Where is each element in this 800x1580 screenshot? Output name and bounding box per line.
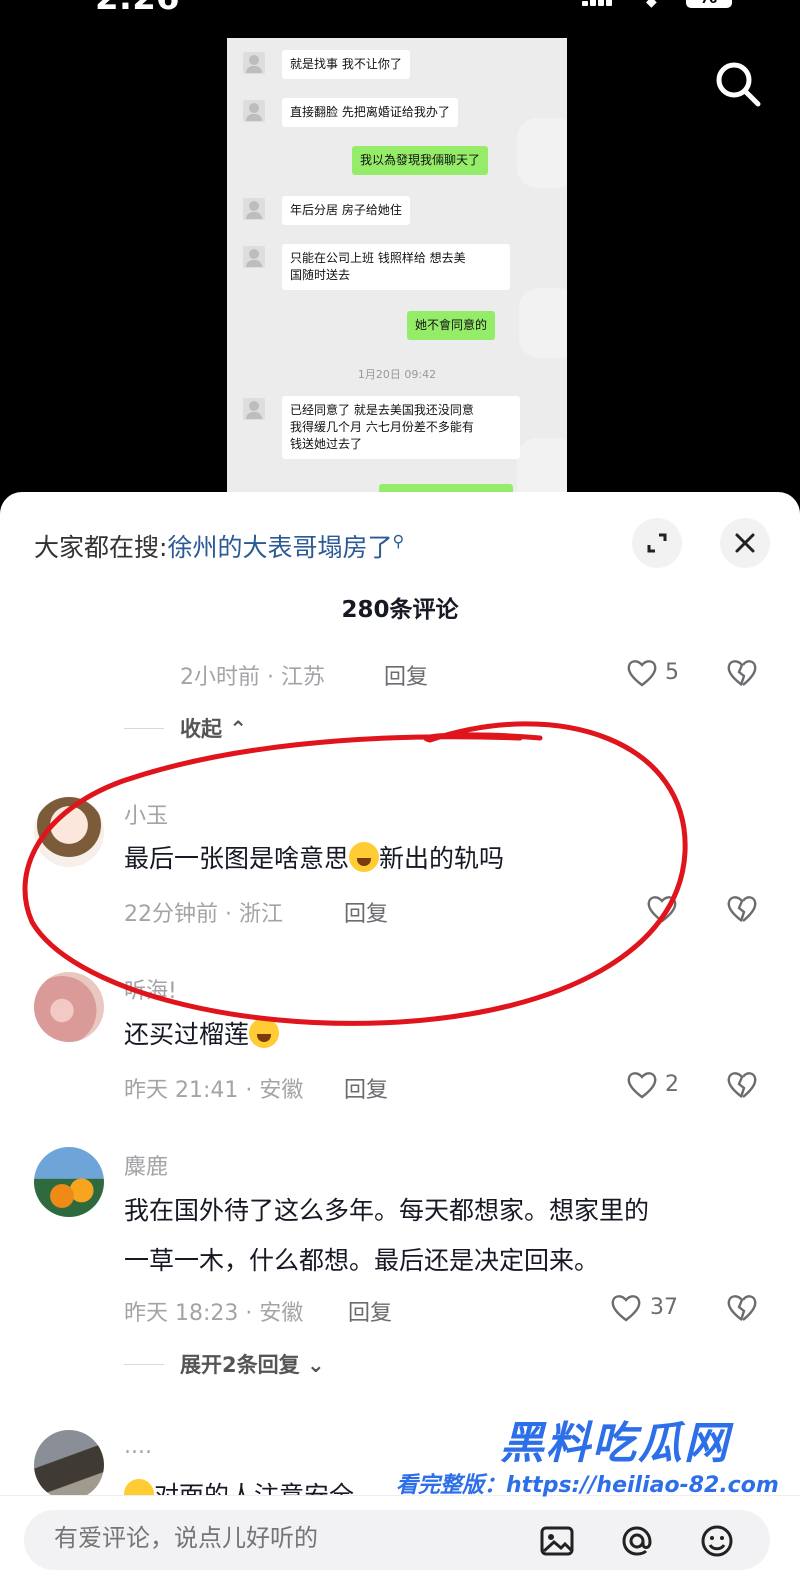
like-count: 37 <box>650 1295 678 1320</box>
heart-icon[interactable] <box>626 1070 658 1100</box>
chat-timestamp: 1月20日 09:42 <box>357 368 437 381</box>
reply-button[interactable]: 回复 <box>384 659 428 691</box>
chat-bubble: 就是找事 我不让你了 <box>282 50 410 79</box>
heart-icon[interactable] <box>610 1293 642 1323</box>
comment-count: 280条评论 <box>341 597 459 623</box>
collapse-label: 收起 <box>180 717 222 741</box>
comment-input-container[interactable] <box>24 1510 770 1570</box>
chat-bubble: 她不會同意的 <box>407 311 496 340</box>
watermark-url: 看完整版：https://heiliao-82.com <box>396 1473 779 1498</box>
status-time: 2:26 <box>95 0 180 18</box>
emoji-icon[interactable] <box>696 1520 738 1562</box>
like-count: 2 <box>665 1072 679 1097</box>
chat-avatar <box>243 52 265 74</box>
avatar[interactable] <box>34 1147 104 1217</box>
chat-avatar <box>243 398 265 420</box>
comment-input[interactable] <box>52 1523 456 1553</box>
heart-icon[interactable] <box>646 894 678 924</box>
comment-meta: 昨天 21:41 · 安徽 <box>124 1078 304 1103</box>
crying-emoji-icon <box>249 1018 280 1048</box>
search-hint-prefix: 大家都在搜: <box>34 533 168 562</box>
broken-heart-icon[interactable] <box>726 1070 758 1100</box>
comment-text: 一草一木，什么都想。最后还是决定回来。 <box>124 1246 600 1275</box>
chat-bubble: 已经同意了 就是去美国我还没同意 我得缓几个月 六七月份差不多能有 钱送她过去了 <box>282 396 520 459</box>
close-button[interactable] <box>720 518 770 568</box>
avatar[interactable] <box>34 972 104 1042</box>
comment-nickname[interactable]: 小玉 <box>124 798 168 830</box>
chat-bubble: 直接翻脸 先把离婚证给我办了 <box>282 98 458 127</box>
reply-button[interactable]: 回复 <box>348 1295 392 1327</box>
broken-heart-icon[interactable] <box>726 894 758 924</box>
avatar[interactable] <box>34 797 104 867</box>
search-suggestion[interactable]: 大家都在搜:徐州的大表哥塌房了⚲ <box>34 528 404 564</box>
battery-icon: 76 <box>686 0 732 8</box>
expand-icon <box>647 533 667 553</box>
expand-label: 展开2条回复 <box>180 1353 300 1377</box>
reply-button[interactable]: 回复 <box>344 896 388 928</box>
search-keyword-link[interactable]: 徐州的大表哥塌房了 <box>167 533 392 562</box>
comment-text-part: 新出的轨吗 <box>379 844 505 873</box>
collapse-replies-button[interactable]: 收起 ⌃ <box>180 713 247 743</box>
chat-bubble: 只能在公司上班 钱照样给 想去美 国随时送去 <box>282 244 510 290</box>
watermark-title: 黑料吃瓜网 <box>500 1418 730 1469</box>
comment-text: 最后一张图是啥意思 新出的轨吗 <box>124 840 504 878</box>
divider <box>124 728 164 729</box>
wifi-icon: ◆ <box>646 0 657 10</box>
heart-icon[interactable] <box>626 658 658 688</box>
image-icon[interactable] <box>536 1520 578 1562</box>
comment-input-bar <box>0 1495 800 1580</box>
laugh-cry-emoji-icon <box>349 842 380 872</box>
comment-meta: 昨天 18:23 · 安徽 <box>124 1301 304 1326</box>
comment-meta: 2小时前 · 江苏 <box>180 665 325 690</box>
expand-replies-button[interactable]: 展开2条回复 ⌄ <box>180 1349 325 1379</box>
comment-text: 我在国外待了这么多年。每天都想家。想家里的 <box>124 1196 650 1225</box>
mention-icon[interactable] <box>616 1520 658 1562</box>
comment-text-part: 还买过榴莲 <box>124 1020 250 1049</box>
chat-avatar <box>243 246 265 268</box>
comment-text-part: 最后一张图是啥意思 <box>124 844 350 873</box>
divider <box>124 1364 164 1365</box>
chevron-up-icon: ⌃ <box>229 717 247 741</box>
chat-avatar <box>243 100 265 122</box>
chevron-down-icon: ⌄ <box>306 1353 325 1377</box>
comment-panel: 大家都在搜:徐州的大表哥塌房了⚲ 280条评论 2小时前 · 江苏 回复 5 收… <box>0 492 800 1580</box>
chat-avatar <box>243 198 265 220</box>
comment-text: 还买过榴莲 <box>124 1016 280 1054</box>
video-chat-screenshot: 就是找事 我不让你了 直接翻脸 先把离婚证给我办了 我以為發現我倆聊天了 年后分… <box>227 38 567 508</box>
chat-bubble: 年后分居 房子给她住 <box>282 196 410 225</box>
comment-meta: 22分钟前 · 浙江 <box>124 902 283 927</box>
like-count: 5 <box>665 660 679 685</box>
close-icon <box>735 533 755 553</box>
signal-icon <box>582 0 612 6</box>
broken-heart-icon[interactable] <box>726 658 758 688</box>
reply-button[interactable]: 回复 <box>344 1072 388 1104</box>
avatar[interactable] <box>34 1430 104 1500</box>
expand-button[interactable] <box>632 518 682 568</box>
search-icon[interactable] <box>712 58 764 110</box>
search-small-icon: ⚲ <box>392 531 405 551</box>
comment-nickname[interactable]: .... <box>124 1434 152 1459</box>
comment-nickname[interactable]: 听海! <box>124 973 177 1005</box>
comment-nickname[interactable]: 麋鹿 <box>124 1149 168 1181</box>
chat-bubble: 我以為發現我倆聊天了 <box>352 146 489 175</box>
broken-heart-icon[interactable] <box>726 1293 758 1323</box>
